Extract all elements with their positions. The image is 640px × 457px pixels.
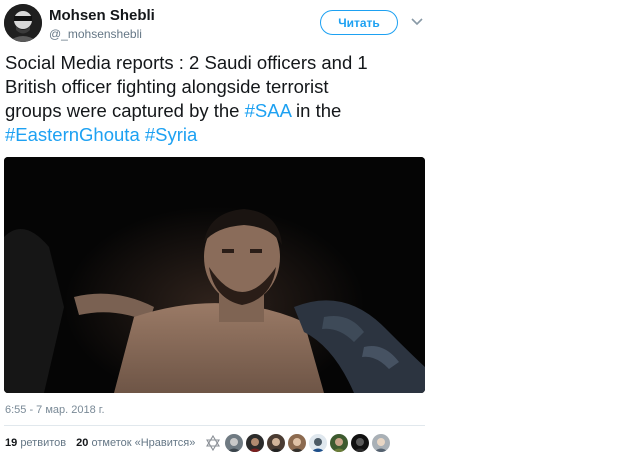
tweet-text-segment: groups were captured by the xyxy=(5,100,245,121)
liker-avatar[interactable] xyxy=(246,434,264,452)
tweet-timestamp[interactable]: 6:55 - 7 мар. 2018 г. xyxy=(5,404,105,416)
tweet-text-line: British officer fighting alongside terro… xyxy=(5,76,329,97)
liker-avatar[interactable] xyxy=(309,434,327,452)
tweet-stats: 19 ретвитов 20 отметок «Нравится» xyxy=(5,437,195,449)
author-handle[interactable]: @_mohsenshebli xyxy=(49,27,142,41)
author-avatar[interactable] xyxy=(4,4,42,42)
likes-count[interactable]: 20 xyxy=(76,437,88,449)
tweet-text-line: Social Media reports : 2 Saudi officers … xyxy=(5,52,368,73)
liker-avatar[interactable] xyxy=(225,434,243,452)
tweet-text: Social Media reports : 2 Saudi officers … xyxy=(5,51,425,147)
media-photo xyxy=(4,157,425,393)
hashtag-link-saa[interactable]: #SAA xyxy=(245,100,291,121)
liker-avatar[interactable] xyxy=(288,434,306,452)
retweets-label[interactable]: ретвитов xyxy=(20,437,66,449)
hashtag-link-easternghouta[interactable]: #EasternGhouta xyxy=(5,124,140,145)
liker-avatar[interactable] xyxy=(351,434,369,452)
likes-label[interactable]: отметок «Нравится» xyxy=(91,437,195,449)
liker-avatar[interactable] xyxy=(372,434,390,452)
tweet-card: Mohsen Shebli @_mohsenshebli Читать Soci… xyxy=(0,0,430,457)
chevron-down-icon[interactable] xyxy=(410,14,424,28)
tweet-media-image[interactable] xyxy=(4,157,425,393)
liker-avatar[interactable] xyxy=(267,434,285,452)
tweet-text-segment: in the xyxy=(290,100,342,121)
tweet-text-line: #EasternGhouta #Syria xyxy=(5,123,425,147)
liker-avatar[interactable] xyxy=(330,434,348,452)
star-of-david-icon[interactable] xyxy=(204,434,222,452)
follow-button[interactable]: Читать xyxy=(320,10,398,35)
hashtag-link-syria[interactable]: #Syria xyxy=(145,124,197,145)
avatar-image xyxy=(4,4,42,42)
author-name[interactable]: Mohsen Shebli xyxy=(49,7,155,24)
divider xyxy=(4,425,425,426)
tweet-text-line: groups were captured by the #SAA in the xyxy=(5,99,425,123)
retweets-count[interactable]: 19 xyxy=(5,437,17,449)
